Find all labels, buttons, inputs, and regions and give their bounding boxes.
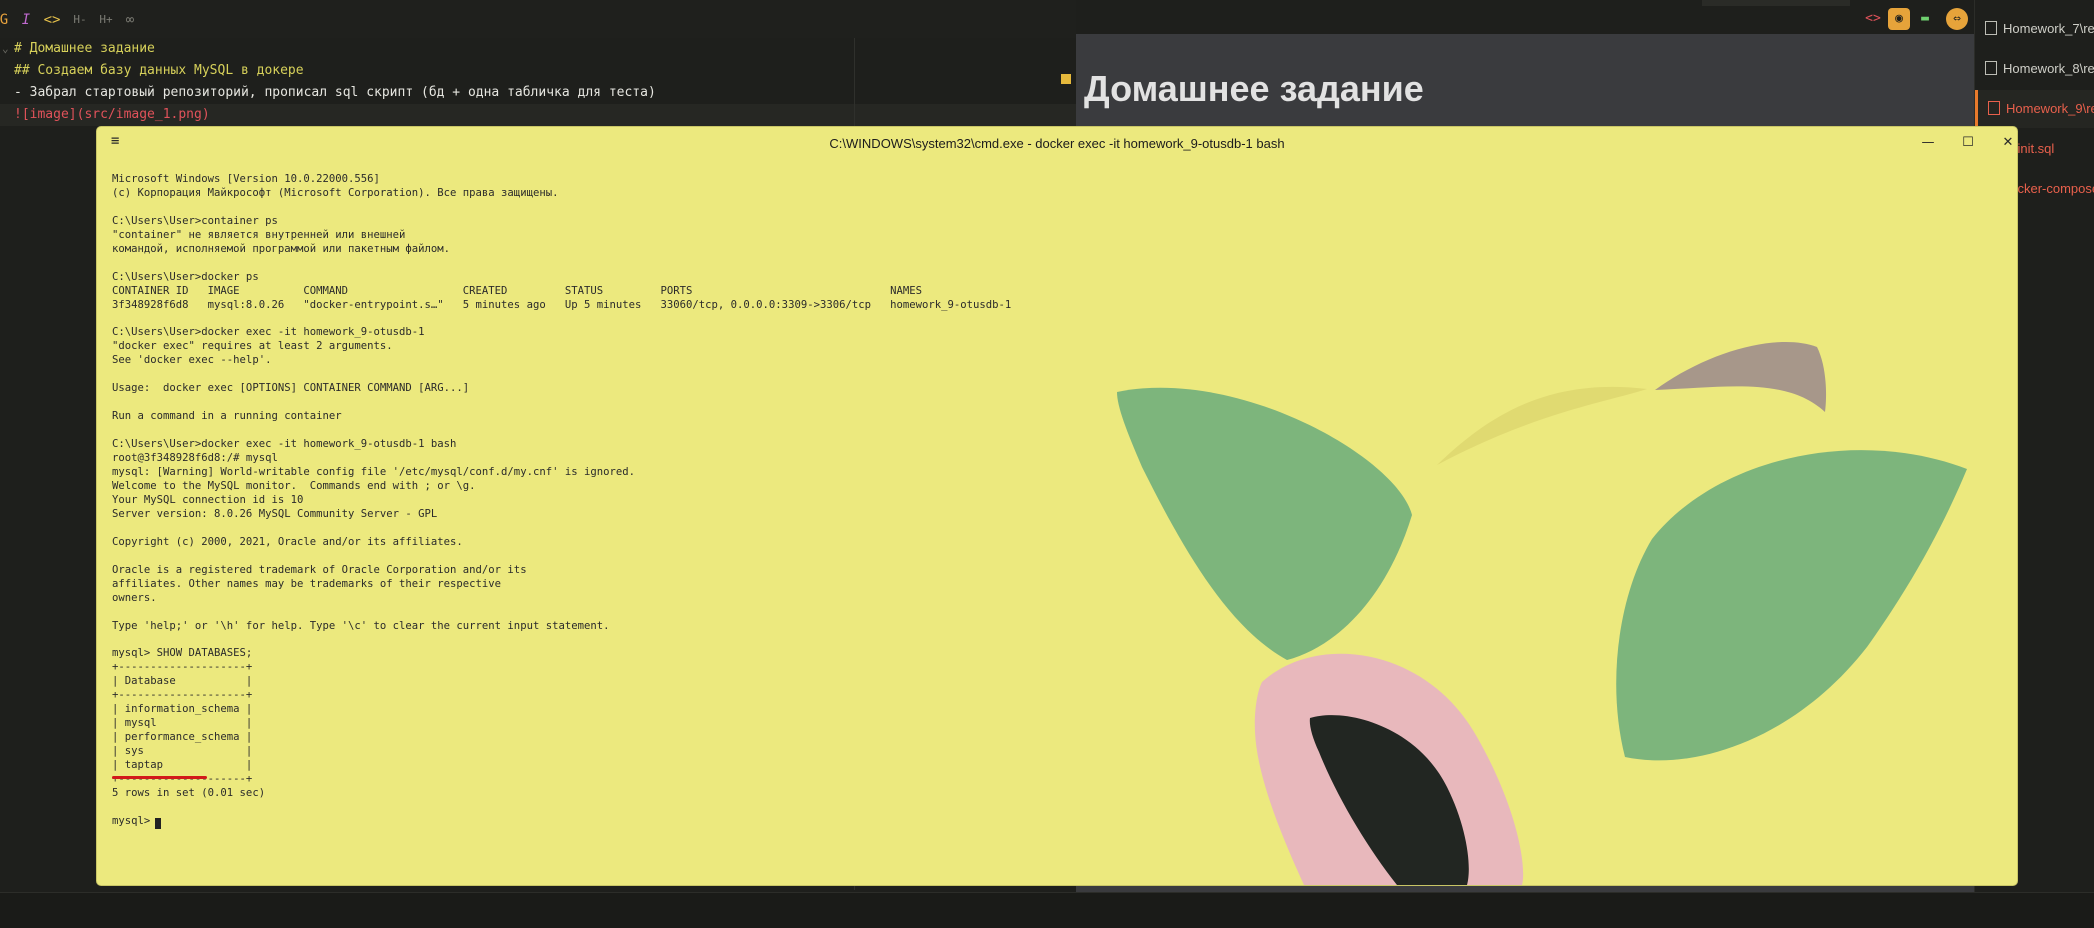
leaf-right: [1616, 450, 1967, 761]
editor-line-4[interactable]: ![image](src/image_1.png): [14, 104, 210, 126]
preview-toolbar: <> ◉ ▬ ⇔: [1862, 8, 1972, 32]
highlight-underline: [112, 776, 207, 779]
terminal-output[interactable]: Microsoft Windows [Version 10.0.22000.55…: [112, 173, 1011, 829]
stem-brown: [1655, 341, 1827, 412]
editor-line-1[interactable]: # Домашнее задание: [14, 38, 155, 60]
terminal-cursor: [155, 818, 161, 829]
file-icon: [1985, 21, 1997, 35]
leaf-left: [1117, 387, 1412, 660]
terminal-titlebar[interactable]: ≡ C:\WINDOWS\system32\cmd.exe - docker e…: [97, 127, 2017, 161]
sync-scroll-icon[interactable]: ⇔: [1946, 8, 1968, 30]
heading-down-icon[interactable]: H-: [70, 10, 90, 30]
terminal-window[interactable]: ≡ C:\WINDOWS\system32\cmd.exe - docker e…: [97, 127, 2017, 885]
preview-toggle-icon[interactable]: ◉: [1888, 8, 1910, 30]
italic-icon[interactable]: I: [16, 10, 36, 30]
maximize-icon[interactable]: ☐: [1956, 131, 1980, 155]
file-item-homework-8[interactable]: Homework_8\readme.md: [1975, 50, 2094, 88]
status-bar: [0, 892, 2094, 928]
g-icon[interactable]: G: [0, 10, 14, 30]
editor-line-3[interactable]: - Забрал стартовый репозиторий, прописал…: [14, 82, 656, 104]
file-icon: [1988, 101, 2000, 115]
minimize-icon[interactable]: —: [1916, 131, 1940, 155]
code-view-icon[interactable]: <>: [1862, 8, 1884, 30]
stem-faint: [1437, 386, 1647, 465]
heading-up-icon[interactable]: H+: [96, 10, 116, 30]
file-item-homework-9[interactable]: Homework_9\readme.md: [1975, 90, 2094, 128]
editor-toolbar: G I <> H- H+ ∞: [0, 0, 1076, 38]
editor-line-2[interactable]: ## Создаем базу данных MySQL в докере: [14, 60, 304, 82]
link-icon[interactable]: ∞: [120, 10, 140, 30]
terminal-title: C:\WINDOWS\system32\cmd.exe - docker exe…: [829, 136, 1285, 151]
preview-heading: Домашнее задание: [1084, 68, 1424, 109]
file-item-homework-7[interactable]: Homework_7\readme.md: [1975, 10, 2094, 48]
file-icon: [1985, 61, 1997, 75]
fold-icon[interactable]: ⌄: [2, 42, 9, 55]
close-icon[interactable]: ✕: [1996, 131, 2017, 155]
modified-marker-icon: [1061, 74, 1071, 84]
split-view-icon[interactable]: ▬: [1914, 8, 1936, 30]
top-strip: [1702, 0, 1850, 6]
code-icon[interactable]: <>: [42, 10, 62, 30]
